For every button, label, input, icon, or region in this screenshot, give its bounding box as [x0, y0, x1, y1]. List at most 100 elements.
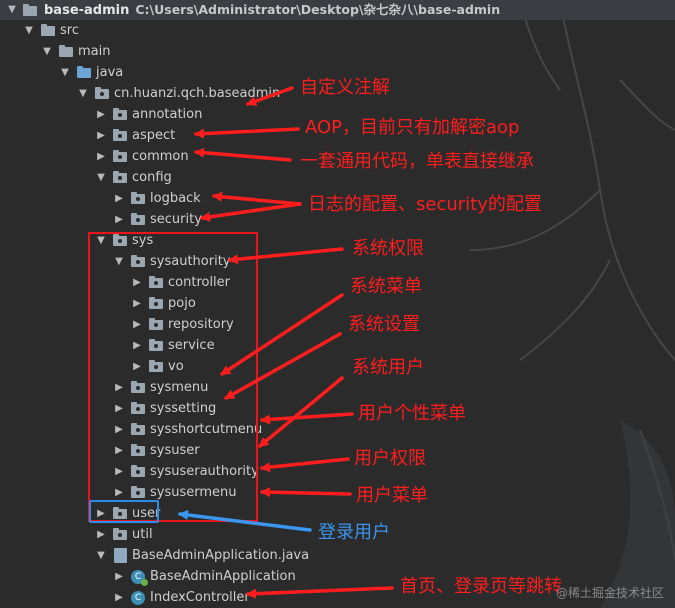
expand-arrow-icon[interactable]: ▼: [96, 545, 106, 566]
root-name: base-admin: [44, 3, 130, 18]
collapse-arrow-icon[interactable]: ▶: [96, 104, 106, 125]
package-icon: [113, 129, 127, 141]
tree-row-annotation[interactable]: ▶ annotation: [0, 104, 675, 125]
collapse-arrow-icon[interactable]: ▶: [132, 335, 142, 356]
expand-arrow-icon[interactable]: ▼: [24, 20, 34, 41]
tree-row-java[interactable]: ▼ java: [0, 62, 675, 83]
collapse-arrow-icon[interactable]: ▶: [96, 125, 106, 146]
tree-label: cn.huanzi.qch.baseadmin: [114, 86, 281, 101]
module-folder-icon: [23, 4, 37, 16]
tree-label: user: [132, 506, 161, 521]
tree-row-sysshortcutmenu[interactable]: ▶ sysshortcutmenu: [0, 419, 675, 440]
collapse-arrow-icon[interactable]: ▶: [114, 440, 124, 461]
collapse-arrow-icon[interactable]: ▶: [114, 482, 124, 503]
tree-label: BaseAdminApplication.java: [132, 548, 310, 563]
package-icon: [131, 402, 145, 414]
root-path: C:\Users\Administrator\Desktop\杂七杂八\base…: [135, 2, 501, 17]
tree-row-common[interactable]: ▶ common: [0, 146, 675, 167]
tree-row-config[interactable]: ▼ config: [0, 167, 675, 188]
tree-label: annotation: [132, 107, 203, 122]
package-icon: [149, 339, 163, 351]
tree-row-sysusermenu[interactable]: ▶ sysusermenu: [0, 482, 675, 503]
tree-row-controller[interactable]: ▶ controller: [0, 272, 675, 293]
package-icon: [149, 318, 163, 330]
tree-row-util[interactable]: ▶ util: [0, 524, 675, 545]
collapse-arrow-icon[interactable]: ▶: [114, 566, 124, 587]
expand-arrow-icon[interactable]: ▼: [7, 0, 17, 21]
package-icon: [149, 297, 163, 309]
tree-row-vo[interactable]: ▶ vo: [0, 356, 675, 377]
collapse-arrow-icon[interactable]: ▶: [96, 503, 106, 524]
package-icon: [113, 150, 127, 162]
package-icon: [131, 444, 145, 456]
package-icon: [95, 87, 109, 99]
project-root-row[interactable]: ▼ base-admin C:\Users\Administrator\Deskt…: [0, 0, 675, 20]
expand-arrow-icon[interactable]: ▼: [60, 62, 70, 83]
java-file-icon: [114, 548, 127, 563]
tree-row-aspect[interactable]: ▶ aspect: [0, 125, 675, 146]
collapse-arrow-icon[interactable]: ▶: [132, 314, 142, 335]
collapse-arrow-icon[interactable]: ▶: [114, 377, 124, 398]
tree-label: pojo: [168, 296, 196, 311]
tree-row-baseadminapplication-java[interactable]: ▼ BaseAdminApplication.java: [0, 545, 675, 566]
collapse-arrow-icon[interactable]: ▶: [114, 398, 124, 419]
expand-arrow-icon[interactable]: ▼: [96, 230, 106, 251]
tree-row-repository[interactable]: ▶ repository: [0, 314, 675, 335]
package-icon: [131, 381, 145, 393]
package-icon: [113, 507, 127, 519]
package-icon: [131, 465, 145, 477]
tree-label: src: [60, 23, 79, 38]
tree-label: vo: [168, 359, 184, 374]
collapse-arrow-icon[interactable]: ▶: [132, 272, 142, 293]
package-icon: [149, 276, 163, 288]
collapse-arrow-icon[interactable]: ▶: [132, 356, 142, 377]
tree-row-logback[interactable]: ▶ logback: [0, 188, 675, 209]
tree-row-security[interactable]: ▶ security: [0, 209, 675, 230]
tree-row-user[interactable]: ▶ user: [0, 503, 675, 524]
package-icon: [131, 423, 145, 435]
folder-icon: [41, 24, 55, 36]
package-icon: [113, 108, 127, 120]
tree-label: main: [78, 44, 111, 59]
package-icon: [113, 528, 127, 540]
package-icon: [131, 486, 145, 498]
tree-label: controller: [168, 275, 231, 290]
collapse-arrow-icon[interactable]: ▶: [132, 293, 142, 314]
expand-arrow-icon[interactable]: ▼: [114, 251, 124, 272]
package-icon: [149, 360, 163, 372]
tree-row-service[interactable]: ▶ service: [0, 335, 675, 356]
tree-row-base-package[interactable]: ▼ cn.huanzi.qch.baseadmin: [0, 83, 675, 104]
tree-row-main[interactable]: ▼ main: [0, 41, 675, 62]
tree-label: service: [168, 338, 215, 353]
collapse-arrow-icon[interactable]: ▶: [114, 587, 124, 608]
tree-label: logback: [150, 191, 201, 206]
tree-row-src[interactable]: ▼ src: [0, 20, 675, 41]
expand-arrow-icon[interactable]: ▼: [96, 167, 106, 188]
tree-label: syssetting: [150, 401, 217, 416]
expand-arrow-icon[interactable]: ▼: [42, 41, 52, 62]
collapse-arrow-icon[interactable]: ▶: [96, 146, 106, 167]
watermark: @稀土掘金技术社区: [556, 586, 665, 600]
tree-label: sysshortcutmenu: [150, 422, 263, 437]
package-icon: [131, 213, 145, 225]
tree-row-sysmenu[interactable]: ▶ sysmenu: [0, 377, 675, 398]
tree-row-syssetting[interactable]: ▶ syssetting: [0, 398, 675, 419]
collapse-arrow-icon[interactable]: ▶: [114, 419, 124, 440]
root-label: base-admin C:\Users\Administrator\Desktop…: [44, 0, 500, 21]
tree-row-sysuserauthority[interactable]: ▶ sysuserauthority: [0, 461, 675, 482]
tree-row-sys[interactable]: ▼ sys: [0, 230, 675, 251]
package-icon: [113, 234, 127, 246]
package-icon: [113, 171, 127, 183]
collapse-arrow-icon[interactable]: ▶: [114, 461, 124, 482]
tree-label: security: [150, 212, 202, 227]
tree-row-sysuser[interactable]: ▶ sysuser: [0, 440, 675, 461]
tree-label: repository: [168, 317, 234, 332]
collapse-arrow-icon[interactable]: ▶: [114, 209, 124, 230]
expand-arrow-icon[interactable]: ▼: [78, 83, 88, 104]
tree-row-pojo[interactable]: ▶ pojo: [0, 293, 675, 314]
spring-class-icon: C: [131, 570, 148, 586]
collapse-arrow-icon[interactable]: ▶: [114, 188, 124, 209]
tree-row-sysauthority[interactable]: ▼ sysauthority: [0, 251, 675, 272]
tree-label: config: [132, 170, 172, 185]
collapse-arrow-icon[interactable]: ▶: [96, 524, 106, 545]
